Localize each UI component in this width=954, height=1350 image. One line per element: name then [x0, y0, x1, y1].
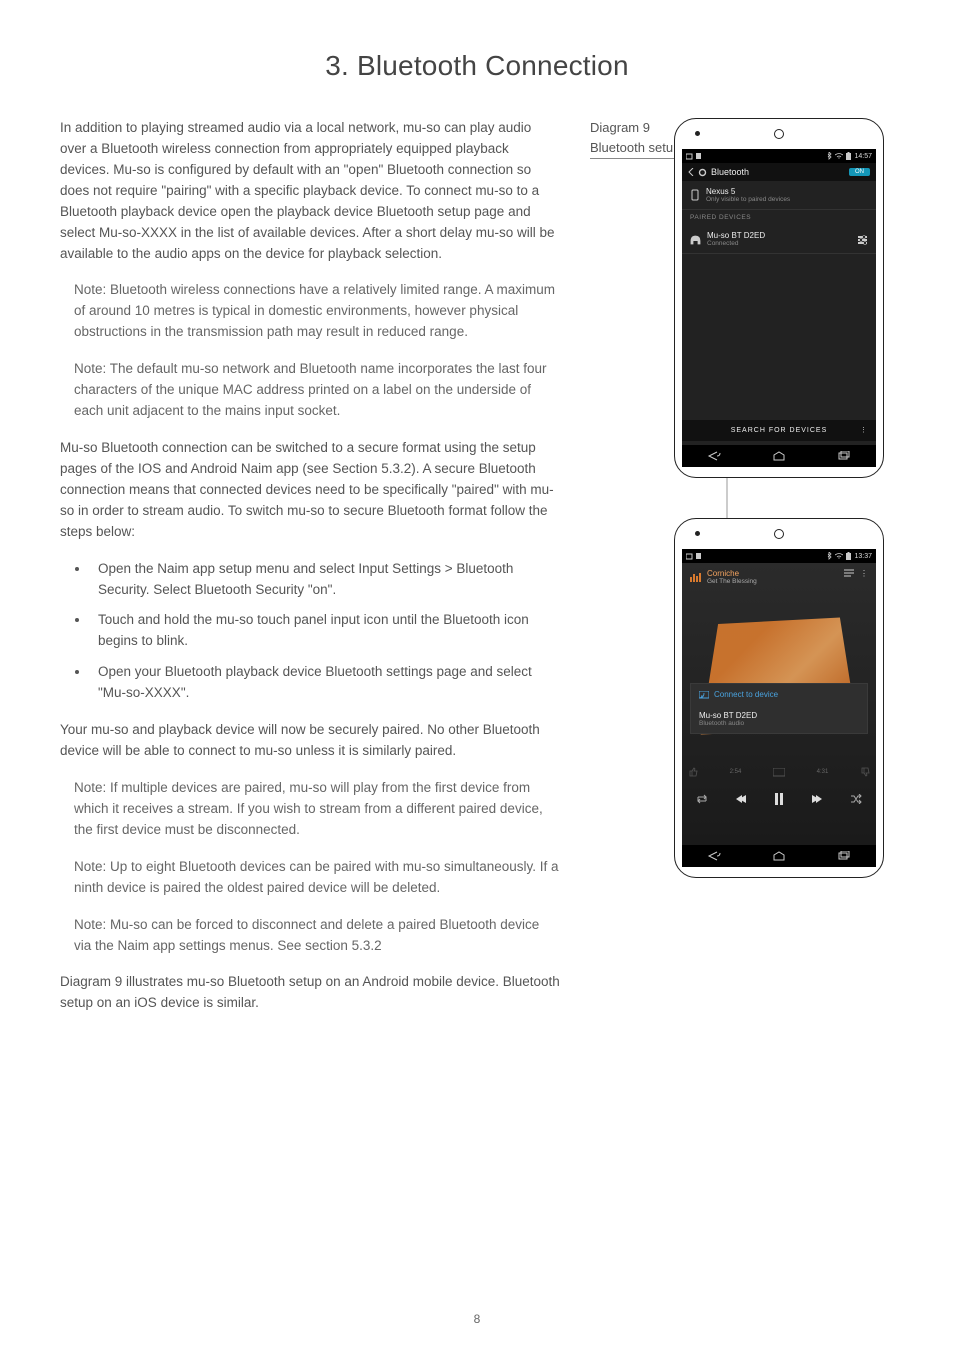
total-time: 4:31 [817, 769, 829, 775]
connect-device-row[interactable]: Mu-so BT D2ED Bluetooth audio [691, 705, 867, 733]
next-icon[interactable] [811, 794, 823, 804]
equalizer-icon [690, 572, 702, 582]
connect-header: Connect to device [714, 690, 778, 699]
notif2-icon [696, 553, 703, 560]
phone-icon [690, 189, 700, 201]
paired-device-row[interactable]: Mu-so BT D2ED Connected [682, 225, 876, 254]
headphones-icon [690, 234, 701, 245]
connect-device-popup: Connect to device Mu-so BT D2ED Bluetoot… [690, 683, 868, 734]
paired-device-name: Mu-so BT D2ED [707, 231, 765, 240]
phone-speaker-icon [774, 529, 784, 539]
wifi-status-icon [835, 553, 843, 559]
elapsed-time: 2:54 [730, 769, 742, 775]
search-devices-button[interactable]: SEARCH FOR DEVICES ⋮ [682, 420, 876, 441]
cast-icon [699, 691, 709, 699]
bluetooth-status-icon [827, 552, 832, 560]
overflow-menu-icon[interactable]: ⋮ [860, 426, 868, 434]
thumbs-down-icon[interactable] [860, 767, 870, 777]
bluetooth-header: Bluetooth ON [682, 163, 876, 181]
note-range: Note: Bluetooth wireless connections hav… [74, 280, 560, 343]
progress-row: 2:54 4:31 [688, 767, 870, 777]
phone-camera-dot [695, 531, 700, 536]
nav-recents-icon[interactable] [837, 451, 851, 461]
bluetooth-toggle[interactable]: ON [849, 168, 870, 176]
note-eight-devices: Note: Up to eight Bluetooth devices can … [74, 857, 560, 899]
connect-device-name: Mu-so BT D2ED [699, 711, 859, 720]
note-force-disconnect: Note: Mu-so can be forced to disconnect … [74, 915, 560, 957]
notif2-icon [696, 153, 703, 160]
step-1: Open the Naim app setup menu and select … [90, 559, 560, 601]
android-nav-bar [682, 445, 876, 467]
wifi-status-icon [835, 153, 843, 159]
connect-device-type: Bluetooth audio [699, 720, 859, 727]
phone-camera-dot [695, 131, 700, 136]
phone-speaker-icon [774, 129, 784, 139]
page-number: 8 [0, 1312, 954, 1326]
secure-intro-paragraph: Mu-so Bluetooth connection can be switch… [60, 438, 560, 543]
queue-icon[interactable] [844, 569, 854, 577]
phone-music-player: 13:37 Corniche Get The Blessing [674, 518, 884, 878]
my-device-name: Nexus 5 [706, 187, 735, 196]
nav-home-icon[interactable] [772, 451, 786, 461]
pause-icon[interactable] [774, 793, 784, 805]
page-title: 3. Bluetooth Connection [60, 50, 894, 82]
paired-devices-label: PAIRED DEVICES [682, 210, 876, 225]
thumbs-up-icon[interactable] [688, 767, 698, 777]
previous-icon[interactable] [735, 794, 747, 804]
my-device-sub: Only visible to paired devices [706, 196, 790, 203]
diagram-reference-paragraph: Diagram 9 illustrates mu-so Bluetooth se… [60, 972, 560, 1014]
step-2: Touch and hold the mu-so touch panel inp… [90, 610, 560, 652]
notif-icon [686, 153, 693, 160]
battery-status-icon [846, 152, 851, 160]
diagram-column: Diagram 9 Bluetooth setup [590, 118, 894, 1030]
paired-device-status: Connected [707, 240, 851, 247]
status-bar: 13:37 [682, 549, 876, 563]
status-bar: 14:57 [682, 149, 876, 163]
body-text-column: In addition to playing streamed audio vi… [60, 118, 560, 1030]
phone-bluetooth-settings: 14:57 Bluetooth ON Ne [674, 118, 884, 478]
my-device-row[interactable]: Nexus 5 Only visible to paired devices [682, 181, 876, 210]
intro-paragraph: In addition to playing streamed audio vi… [60, 118, 560, 264]
nav-back-icon[interactable] [707, 451, 721, 461]
note-multiple-devices: Note: If multiple devices are paired, mu… [74, 778, 560, 841]
track-title: Corniche [707, 569, 757, 578]
cast-small-icon[interactable] [773, 768, 785, 777]
bluetooth-header-label: Bluetooth [711, 167, 749, 177]
note-mac-name: Note: The default mu-so network and Blue… [74, 359, 560, 422]
diagram-subtitle: Bluetooth setup [590, 138, 680, 160]
nav-home-icon[interactable] [772, 851, 786, 861]
android-nav-bar [682, 845, 876, 867]
nav-back-icon[interactable] [707, 851, 721, 861]
overflow-menu-icon[interactable]: ⋮ [860, 569, 868, 578]
step-3: Open your Bluetooth playback device Blue… [90, 662, 560, 704]
device-settings-icon[interactable] [857, 234, 868, 245]
status-time: 13:37 [854, 553, 872, 560]
repeat-icon[interactable] [696, 794, 708, 804]
bluetooth-status-icon [827, 152, 832, 160]
steps-list: Open the Naim app setup menu and select … [90, 559, 560, 705]
shuffle-icon[interactable] [850, 794, 862, 804]
paired-result-paragraph: Your mu-so and playback device will now … [60, 720, 560, 762]
player-controls [682, 793, 876, 805]
notif-icon [686, 553, 693, 560]
settings-gear-icon [698, 168, 707, 177]
track-artist: Get The Blessing [707, 578, 757, 585]
nav-recents-icon[interactable] [837, 851, 851, 861]
battery-status-icon [846, 552, 851, 560]
status-time: 14:57 [854, 153, 872, 160]
back-icon[interactable] [688, 168, 694, 176]
